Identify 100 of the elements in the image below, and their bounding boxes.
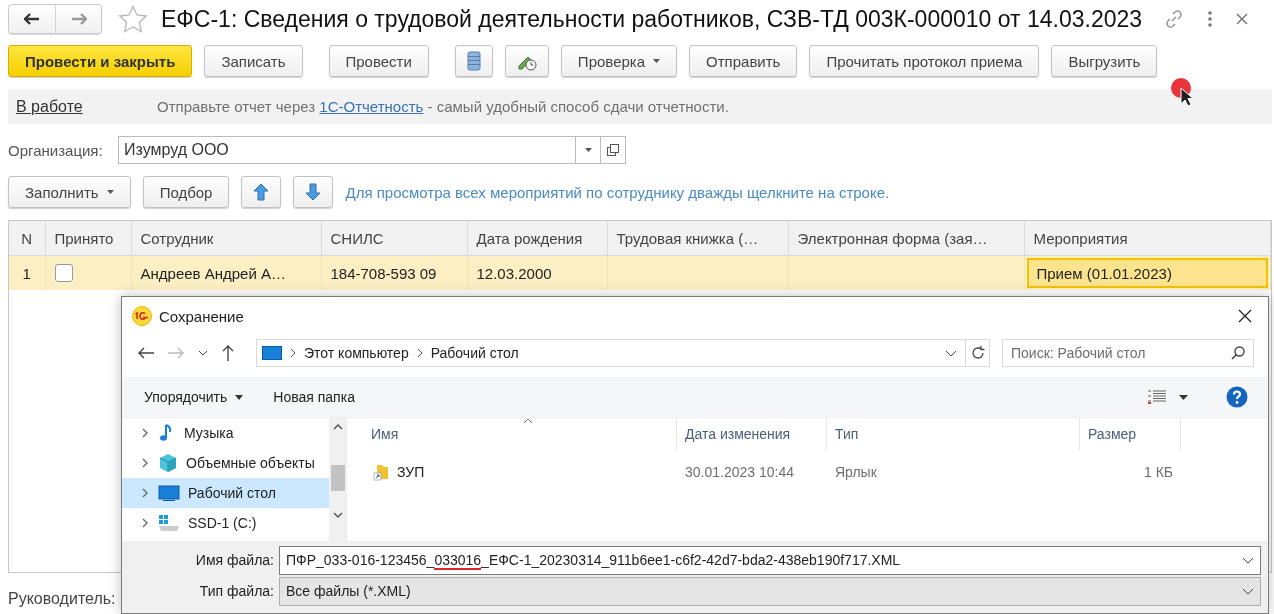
reporting-link[interactable]: 1С-Отчетность	[319, 98, 424, 115]
dropdown-button[interactable]: Заполнить	[8, 176, 131, 208]
table-cell: 12.03.2000	[467, 255, 607, 290]
tree-item[interactable]: Рабочий стол	[122, 478, 329, 508]
column-header[interactable]: Трудовая книжка (…	[607, 221, 788, 256]
table-row[interactable]: 1 Андреев Андрей А… 184-708-593 09 12.03.2000 Прием (01.01.2023)	[9, 255, 1271, 290]
window-title: ЕФС-1: Сведения о трудовой деятельности работников, СЗВ-ТД 003К-000010 от 14.03.2023	[161, 5, 1143, 33]
close-icon[interactable]	[1238, 309, 1252, 323]
tree-label: SSD-1 (C:)	[188, 515, 257, 531]
link-icon[interactable]	[1164, 9, 1184, 29]
tree-label: Рабочий стол	[188, 485, 276, 501]
monitor-icon	[262, 345, 282, 361]
post-and-close-button[interactable]: Провести и закрыть	[8, 45, 193, 77]
toolbar-button[interactable]: Выгрузить	[1051, 45, 1158, 77]
chevron-right-icon	[290, 348, 296, 358]
caret-icon[interactable]	[1179, 394, 1188, 400]
cube-icon	[158, 453, 178, 473]
tree-label: Объемные объекты	[186, 455, 315, 471]
caret-icon	[653, 59, 661, 63]
search-icon	[1231, 346, 1245, 360]
star-icon[interactable]	[118, 5, 148, 33]
row-number: 1	[9, 255, 45, 290]
open-button[interactable]	[601, 136, 626, 164]
toolbar-button[interactable]: Провести	[328, 45, 429, 77]
scrollbar-drawing[interactable]	[329, 418, 347, 541]
organize-menu[interactable]: Упорядочить	[144, 389, 244, 405]
shortcut-folder-icon	[373, 463, 389, 481]
file-row[interactable]: ЗУП 30.01.2023 10:44 Ярлык 1 КБ	[351, 458, 1268, 486]
status-link[interactable]: В работе	[16, 97, 157, 116]
column-header[interactable]: N	[9, 221, 45, 256]
chevron-down-icon[interactable]	[198, 350, 208, 356]
column-header[interactable]: Мероприятия	[1024, 221, 1271, 256]
icon-button[interactable]	[504, 45, 549, 77]
column-header[interactable]: Электронная форма (зая…	[788, 221, 1024, 256]
column-header[interactable]: Размер	[1080, 418, 1181, 450]
column-header[interactable]: Принято	[45, 221, 131, 256]
list-icon	[466, 51, 481, 71]
checkbox[interactable]	[54, 264, 73, 282]
search-field[interactable]: Поиск: Рабочий стол	[1002, 339, 1254, 367]
toolbar-button[interactable]: Прочитать протокол приема	[809, 45, 1040, 77]
move-up-button[interactable]	[241, 176, 282, 208]
back-arrow-icon[interactable]	[138, 347, 154, 359]
tree-label: Музыка	[184, 425, 234, 441]
breadcrumb[interactable]: Рабочий стол	[430, 345, 519, 361]
sort-caret-icon	[523, 418, 533, 424]
refresh-icon	[970, 346, 985, 360]
file-name: ЗУП	[397, 464, 425, 480]
table-cell: Андреев Андрей А…	[131, 255, 321, 290]
column-header[interactable]: Тип	[827, 418, 1080, 450]
table-cell[interactable]: Прием (01.01.2023)	[1026, 258, 1268, 288]
column-header[interactable]: Сотрудник	[131, 221, 321, 256]
hint-text: Для просмотра всех мероприятий по сотруднику дважды щелкните на строке.	[345, 183, 890, 201]
move-down-button[interactable]	[293, 176, 334, 208]
search-placeholder: Поиск: Рабочий стол	[1011, 345, 1146, 361]
file-type: Ярлык	[834, 464, 878, 480]
up-arrow-icon	[253, 183, 270, 201]
drive-icon	[158, 514, 180, 532]
new-folder-button[interactable]: Новая папка	[273, 389, 355, 405]
file-date: 30.01.2023 10:44	[684, 464, 795, 480]
manager-label: Руководитель:	[8, 590, 116, 608]
column-header[interactable]: СНИЛС	[321, 221, 467, 256]
column-header[interactable]: Дата рождения	[467, 221, 607, 256]
organization-label: Организация:	[8, 141, 104, 159]
chevron-down-icon	[1242, 556, 1254, 564]
address-bar[interactable]: Этот компьютер Рабочий стол	[256, 339, 966, 367]
caret-icon	[106, 190, 114, 194]
view-icon[interactable]	[1147, 389, 1167, 405]
toolbar-button[interactable]: Записать	[204, 45, 303, 77]
chevron-right-icon	[416, 348, 423, 358]
filetype-select[interactable]: Все файлы (*.XML)	[279, 576, 1261, 606]
icon-button[interactable]	[454, 45, 493, 77]
info-message: Отправьте отчет через 1С-Отчетность - самый удобный способ сдачи отчетности.	[157, 98, 729, 115]
back-arrow-icon	[24, 13, 40, 25]
cursor-icon	[1170, 77, 1196, 107]
more-icon[interactable]	[1208, 11, 1212, 27]
caret-icon	[235, 394, 244, 400]
down-arrow-icon	[305, 183, 322, 201]
open-icon	[607, 144, 619, 156]
help-icon[interactable]	[1226, 386, 1248, 408]
chevron-right-icon	[140, 428, 150, 438]
table-cell: 184-708-593 09	[321, 255, 467, 290]
chevron-right-icon	[140, 488, 150, 498]
chevron-down-icon	[1242, 587, 1254, 595]
up-arrow-icon[interactable]	[222, 345, 234, 361]
chevron-down-icon[interactable]	[945, 349, 957, 357]
filetype-label: Тип файла:	[198, 583, 275, 599]
column-header[interactable]: Имя	[351, 418, 677, 450]
column-header[interactable]: Дата изменения	[677, 418, 827, 450]
filename-label: Имя файла:	[194, 552, 275, 568]
organization-field[interactable]: Изумруд ООО	[118, 136, 576, 164]
chevron-right-icon	[140, 458, 150, 468]
breadcrumb[interactable]: Этот компьютер	[304, 345, 409, 361]
dropdown-button[interactable]: Проверка	[560, 45, 678, 77]
select-button[interactable]: Подбор	[142, 176, 230, 208]
monitor-icon	[158, 484, 180, 502]
caret-icon	[584, 148, 592, 152]
filename-field[interactable]: ПФР_033-016-123456_033016_ЕФС-1_20230314_911b6ee1-c6f2-42d7-bda2-438eb190f717.XML	[279, 545, 1261, 575]
refresh-button[interactable]	[966, 339, 990, 367]
chevron-right-icon	[140, 518, 150, 528]
toolbar-button[interactable]: Отправить	[689, 45, 798, 77]
